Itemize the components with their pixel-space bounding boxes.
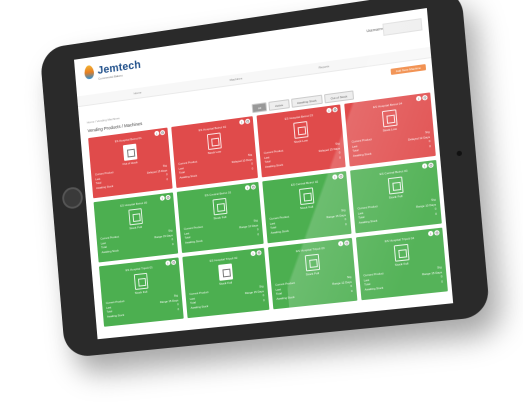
vending-machine-icon	[305, 254, 320, 272]
vending-machine-icon	[128, 208, 143, 225]
vending-machine-icon	[299, 187, 314, 205]
card-row-label: Awaiting Stock	[101, 248, 119, 254]
card-details: Current Product Stg Last Range 15 Days Total…	[363, 265, 443, 292]
card-row-label: Awaiting Stock	[265, 162, 283, 169]
machine-card[interactable]: i ⚙ ES Hospital Beirut 05 Stock Full Current…	[94, 192, 179, 262]
vending-machine-icon	[212, 198, 227, 215]
machine-card[interactable]: i ⚙ ES Central Beirut 03 Stock Full Current …	[350, 160, 442, 233]
nav-item-machines[interactable]: Machines	[230, 76, 243, 82]
card-row-label: Awaiting Stock	[190, 304, 208, 310]
machine-card[interactable]: i ⚙ ES Hospital Tripoli 04 Stock Full Curren…	[356, 228, 448, 301]
breadcrumb: Home / Vending Machines	[87, 116, 120, 124]
machine-card[interactable]: i ⚙ ES Hospital Tripoli 01 Stock Full Curren…	[99, 257, 184, 326]
vending-machine-icon	[123, 144, 138, 161]
vending-machine-icon	[388, 176, 404, 194]
vending-machine-icon	[207, 132, 222, 150]
nav-item-reports[interactable]: Reports	[318, 64, 329, 69]
card-row-label: Awaiting Stock	[96, 184, 114, 191]
card-details: Current Product Stg Last Range 15 Days Total…	[106, 293, 180, 319]
user-label: Username	[366, 27, 383, 33]
add-machine-button[interactable]: Add New Machine	[391, 64, 427, 75]
app-screen: Jemtech Commercial Bakery Username Home …	[74, 8, 453, 339]
card-row-label: Awaiting Stock	[364, 285, 383, 292]
card-row-label: Awaiting Stock	[179, 173, 197, 180]
machine-card[interactable]: i ⚙ ES Hospital Beirut 04 Stock Low Current …	[344, 92, 436, 166]
card-row-value: 0	[257, 232, 259, 237]
card-row-label: Awaiting Stock	[271, 229, 290, 236]
tab-out-of-stock[interactable]: Out of Stock	[324, 90, 354, 103]
machine-card[interactable]: i ⚙ ES Hospital Tripoli 02 Stock Full Curren…	[182, 248, 269, 318]
card-row-label: Awaiting Stock	[107, 313, 125, 319]
card-row-value: 0	[172, 242, 174, 247]
card-details: Current Product Stg Last Range 12 Days Total…	[275, 275, 353, 302]
card-row-label: Awaiting Stock	[276, 295, 295, 302]
card-row-value: 0	[435, 211, 437, 216]
card-row-value: 0	[441, 279, 443, 284]
card-row-label: Awaiting Stock	[185, 238, 203, 245]
card-row-value: 0	[251, 166, 253, 171]
camera-lens	[456, 151, 462, 157]
tablet-device: Jemtech Commercial Bakery Username Home …	[40, 0, 491, 358]
vending-machine-icon	[382, 109, 398, 127]
card-row-value: 0	[166, 177, 168, 182]
machine-card[interactable]: i ⚙ ES Hospital Beirut 01 Out of stock Curre…	[88, 128, 172, 199]
machine-card[interactable]: i ⚙ ES Central Beirut 02 Stock Full Current …	[262, 171, 351, 243]
nav-item-home[interactable]: Home	[134, 90, 142, 95]
tab-awaiting-stock[interactable]: Awaiting Stock	[291, 95, 323, 108]
user-menu[interactable]	[382, 18, 422, 36]
vending-machine-icon	[394, 244, 410, 262]
card-row-value: 0	[429, 144, 431, 149]
machine-grid: i ⚙ ES Hospital Beirut 01 Out of stock Curre…	[88, 92, 448, 326]
vending-machine-icon	[134, 273, 149, 290]
vending-machine-icon	[293, 121, 308, 139]
card-row-value: 0	[345, 222, 347, 227]
home-button[interactable]	[61, 186, 83, 210]
card-row-value: 0	[351, 289, 353, 294]
card-row-label: Awaiting Stock	[353, 151, 372, 158]
card-details: Current Product Stg Last Range 15 Days Total…	[189, 284, 265, 310]
vending-machine-icon	[218, 263, 233, 280]
machine-card[interactable]: i ⚙ ES Hospital Tripoli 03 Stock Full Curren…	[268, 238, 357, 309]
card-row-value: 0	[263, 298, 265, 303]
tab-active[interactable]: Active	[269, 99, 290, 111]
card-row-label: Awaiting Stock	[359, 218, 378, 225]
machine-card[interactable]: i ⚙ ES Hospital Beirut 02 Stock Low Current …	[171, 116, 258, 188]
card-row-value: 0	[339, 155, 341, 160]
card-row-value: 0	[177, 307, 179, 312]
tab-all[interactable]: All	[252, 102, 268, 113]
droplet-logo-icon	[84, 65, 94, 80]
machine-card[interactable]: i ⚙ ES Central Beirut 01 Stock Full Current …	[177, 182, 264, 253]
machine-card[interactable]: i ⚙ ES Hospital Beirut 03 Stock Low Current …	[257, 104, 346, 177]
